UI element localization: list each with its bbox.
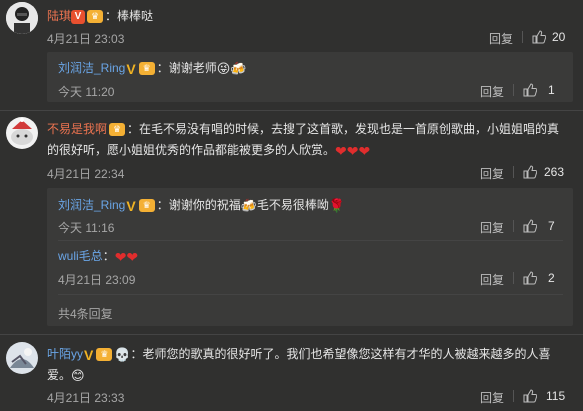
thumbs-up-icon[interactable] [523, 165, 537, 179]
like-count: 263 [544, 165, 565, 179]
smile-emoji: 😊 [71, 367, 85, 383]
thumbs-up-icon[interactable] [523, 271, 537, 285]
thumbs-up-icon[interactable] [532, 30, 546, 44]
like-count: 115 [546, 389, 566, 403]
username[interactable]: 陆琪 [47, 9, 71, 23]
username[interactable]: 不易是我啊 [47, 122, 107, 136]
reply-button[interactable]: 回复 [480, 165, 504, 182]
member-crown-icon: ♛ [138, 62, 155, 76]
reply-button[interactable]: 回复 [480, 389, 504, 406]
comment-date: 4月21日 23:03 [47, 32, 125, 46]
verified-v-icon: V [71, 9, 86, 24]
divider [522, 31, 523, 43]
comment-text: ：在毛不易没有唱的时候，去搜了这首歌，发现也是一首原创歌曲，小姐姐唱的真 [127, 122, 560, 136]
wink-emoji: 😜 [216, 60, 231, 76]
beer-emoji: 🍻 [240, 197, 257, 213]
member-crown-icon: ♛ [87, 10, 104, 24]
avatar[interactable] [6, 117, 38, 149]
divider [58, 294, 563, 295]
thumbs-up-icon[interactable] [523, 83, 537, 97]
heart-emoji: ❤❤ [114, 248, 139, 265]
reply-text: ： [102, 249, 115, 263]
username[interactable]: 刘润洁_Ring [58, 61, 125, 75]
comment-text: 的很好听，愿小姐姐优秀的作品都能被更多的人欣赏。 [47, 143, 336, 157]
username[interactable]: 叶陌yy [47, 347, 83, 361]
rose-emoji: 🌹 [328, 197, 346, 213]
avatar[interactable] [6, 2, 38, 34]
reply-text: 毛不易很棒呦 [256, 198, 329, 212]
more-replies-link[interactable]: 共4条回复 [58, 305, 113, 322]
reply-text: ：谢谢老师 [156, 61, 217, 75]
username[interactable]: 刘润洁_Ring [58, 198, 125, 212]
reply-button[interactable]: 回复 [489, 30, 513, 47]
like-count: 7 [548, 219, 555, 233]
comment-date: 4月21日 23:33 [47, 391, 125, 405]
like-count: 1 [548, 83, 555, 97]
divider [513, 84, 514, 96]
comment-text: ：老师您的歌真的很好听了。我们也希望像您这样有才华的人被越来越多的人喜 [130, 347, 551, 361]
divider [58, 240, 563, 241]
verified-v-icon: V [126, 197, 136, 214]
divider [513, 390, 514, 402]
comment-date: 4月21日 22:34 [47, 167, 125, 181]
avatar[interactable] [6, 342, 38, 374]
thumbs-up-icon[interactable] [523, 219, 537, 233]
reply-2: wuli毛总：❤❤ [58, 245, 563, 268]
comment-3: 叶陌yyV ♛ 💀：老师您的歌真的很好听了。我们也希望像您这样有才华的人被越来越多的… [47, 343, 573, 366]
reply-button[interactable]: 回复 [480, 83, 504, 100]
beer-emoji: 🍻 [230, 60, 247, 76]
reply-button[interactable]: 回复 [480, 219, 504, 236]
comment-2-line2: 的很好听，愿小姐姐优秀的作品都能被更多的人欣赏。❤❤❤ [47, 139, 573, 162]
reply-date: 今天 11:16 [58, 221, 115, 235]
divider [513, 220, 514, 232]
comment-text: ：棒棒哒 [105, 9, 154, 23]
divider [0, 334, 583, 335]
member-crown-icon: ♛ [109, 123, 126, 137]
divider [513, 272, 514, 284]
member-crown-icon: ♛ [138, 199, 155, 213]
reply-date: 4月21日 23:09 [58, 273, 136, 287]
comment-2: 不易是我啊 ♛ ：在毛不易没有唱的时候，去搜了这首歌，发现也是一首原创歌曲，小姐姐唱… [47, 118, 573, 140]
like-count: 2 [548, 271, 555, 285]
comment-1: 陆琪 V ♛ ：棒棒哒 [47, 5, 573, 27]
reply-1: 刘润洁_RingV ♛ ：谢谢你的祝福🍻毛不易很棒呦🌹 [58, 194, 563, 217]
verified-v-icon: V [84, 346, 94, 363]
verified-v-icon: V [126, 60, 136, 77]
reply-date: 今天 11:20 [58, 85, 115, 99]
skull-emoji: 💀 [114, 346, 131, 362]
reply-button[interactable]: 回复 [480, 271, 504, 288]
divider [513, 166, 514, 178]
comment-text: 爱。 [47, 368, 72, 382]
reply-text: ：谢谢你的祝福 [156, 198, 241, 212]
heart-emoji: ❤❤❤ [335, 142, 371, 159]
username[interactable]: wuli毛总 [58, 249, 103, 263]
comment-3-line2: 爱。😊 [47, 364, 573, 387]
thumbs-up-icon[interactable] [523, 389, 537, 403]
member-crown-icon: ♛ [96, 348, 113, 362]
reply-1: 刘润洁_RingV ♛ ：谢谢老师😜🍻 [58, 57, 563, 80]
like-count: 20 [552, 30, 566, 44]
divider [0, 110, 583, 111]
